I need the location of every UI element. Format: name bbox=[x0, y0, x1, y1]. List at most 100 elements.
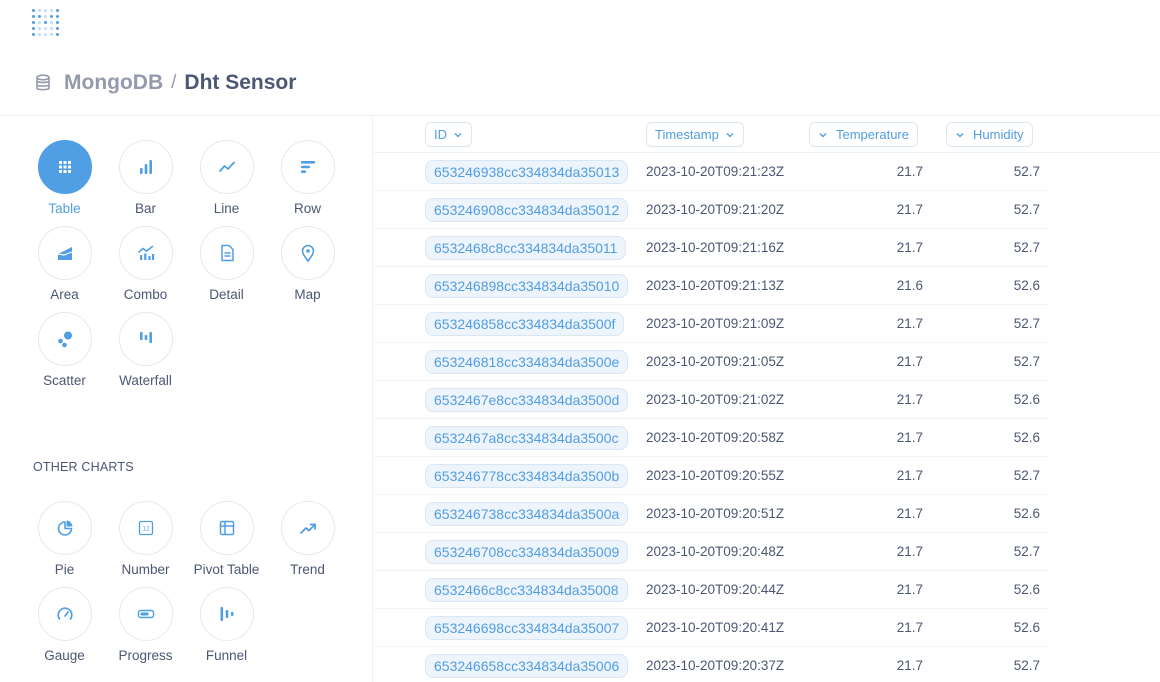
object-id-link[interactable]: 653246698cc334834da35007 bbox=[425, 616, 629, 640]
timestamp-cell: 2023-10-20T09:20:51Z bbox=[646, 506, 785, 521]
metabase-logo[interactable] bbox=[32, 6, 60, 38]
object-id-link[interactable]: 6532467e8cc334834da3500d bbox=[425, 388, 629, 412]
object-id-link[interactable]: 6532467a8cc334834da3500c bbox=[425, 426, 628, 450]
viz-option-circle[interactable] bbox=[199, 587, 254, 641]
timestamp-cell: 2023-10-20T09:21:02Z bbox=[646, 392, 785, 407]
humidity-cell: 52.7 bbox=[1013, 202, 1040, 217]
viz-option-table[interactable]: Table bbox=[24, 140, 105, 217]
column-header-id[interactable]: ID bbox=[425, 122, 472, 147]
viz-option-circle[interactable] bbox=[37, 226, 92, 280]
viz-option-circle[interactable] bbox=[37, 140, 92, 194]
humidity-cell: 52.7 bbox=[1013, 164, 1040, 179]
viz-option-pie[interactable]: Pie bbox=[24, 501, 105, 578]
viz-option-trend[interactable]: Trend bbox=[267, 501, 348, 578]
viz-option-circle[interactable] bbox=[199, 226, 254, 280]
timestamp-cell: 2023-10-20T09:20:44Z bbox=[646, 582, 785, 597]
viz-option-area[interactable]: Area bbox=[24, 226, 105, 303]
results-table: ID Timestamp Temperature Humidity 653246… bbox=[374, 116, 1160, 682]
column-header-humidity[interactable]: Humidity bbox=[946, 122, 1033, 147]
waterfall-icon bbox=[139, 332, 152, 343]
object-id-link[interactable]: 6532468c8cc334834da35011 bbox=[425, 236, 627, 260]
timestamp-cell: 2023-10-20T09:21:05Z bbox=[646, 354, 785, 369]
humidity-cell: 52.7 bbox=[1013, 468, 1040, 483]
humidity-cell: 52.6 bbox=[1013, 392, 1040, 407]
table-row: 653246858cc334834da3500f 2023-10-20T09:2… bbox=[374, 305, 1048, 343]
viz-option-funnel[interactable]: Funnel bbox=[186, 587, 267, 664]
object-id-link[interactable]: 653246908cc334834da35012 bbox=[425, 198, 629, 222]
humidity-cell: 52.7 bbox=[1013, 658, 1040, 673]
funnel-icon bbox=[220, 607, 233, 621]
viz-option-label: Detail bbox=[209, 287, 244, 302]
timestamp-cell: 2023-10-20T09:20:55Z bbox=[646, 468, 785, 483]
column-header-timestamp[interactable]: Timestamp bbox=[646, 122, 744, 147]
table-row: 653246898cc334834da35010 2023-10-20T09:2… bbox=[374, 267, 1048, 305]
object-id-link[interactable]: 653246858cc334834da3500f bbox=[425, 312, 625, 336]
temperature-cell: 21.7 bbox=[896, 620, 923, 635]
object-id-link[interactable]: 653246818cc334834da3500e bbox=[425, 350, 629, 374]
viz-option-label: Row bbox=[293, 201, 321, 216]
line-chart-icon bbox=[218, 161, 235, 172]
viz-option-circle[interactable] bbox=[118, 587, 173, 641]
breadcrumb-database[interactable]: MongoDB bbox=[64, 71, 163, 95]
bar-chart-icon bbox=[139, 160, 152, 174]
viz-option-circle[interactable]: 12 bbox=[118, 501, 173, 555]
object-id-link[interactable]: 653246898cc334834da35010 bbox=[425, 274, 629, 298]
humidity-cell: 52.7 bbox=[1013, 240, 1040, 255]
table-header: ID Timestamp Temperature Humidity bbox=[374, 116, 1160, 153]
temperature-cell: 21.7 bbox=[896, 392, 923, 407]
viz-option-circle[interactable] bbox=[37, 312, 92, 366]
viz-option-detail[interactable]: Detail bbox=[186, 226, 267, 303]
column-header-temperature[interactable]: Temperature bbox=[809, 122, 918, 147]
viz-option-circle[interactable] bbox=[280, 226, 335, 280]
viz-option-label: Progress bbox=[118, 648, 173, 663]
humidity-cell: 52.6 bbox=[1013, 506, 1040, 521]
row-chart-icon bbox=[300, 161, 315, 173]
scatter-icon bbox=[57, 331, 72, 348]
viz-option-number[interactable]: 12 Number bbox=[105, 501, 186, 578]
progress-icon bbox=[137, 609, 154, 619]
timestamp-cell: 2023-10-20T09:20:48Z bbox=[646, 544, 785, 559]
temperature-cell: 21.7 bbox=[896, 468, 923, 483]
viz-option-circle[interactable] bbox=[280, 501, 335, 555]
object-id-link[interactable]: 653246778cc334834da3500b bbox=[425, 464, 629, 488]
object-id-link[interactable]: 653246938cc334834da35013 bbox=[425, 160, 629, 184]
table-row: 653246658cc334834da35006 2023-10-20T09:2… bbox=[374, 647, 1048, 682]
viz-option-circle[interactable] bbox=[199, 140, 254, 194]
object-id-link[interactable]: 653246708cc334834da35009 bbox=[425, 540, 629, 564]
viz-option-pivot-table[interactable]: Pivot Table bbox=[186, 501, 267, 578]
viz-option-row[interactable]: Row bbox=[267, 140, 348, 217]
viz-option-waterfall[interactable]: Waterfall bbox=[105, 312, 186, 389]
table-row: 653246698cc334834da35007 2023-10-20T09:2… bbox=[374, 609, 1048, 647]
temperature-cell: 21.7 bbox=[896, 430, 923, 445]
area-chart-icon bbox=[57, 247, 72, 260]
object-id-link[interactable]: 6532466c8cc334834da35008 bbox=[425, 578, 628, 602]
viz-option-combo[interactable]: Combo bbox=[105, 226, 186, 303]
table-icon bbox=[58, 161, 71, 173]
viz-option-line[interactable]: Line bbox=[186, 140, 267, 217]
viz-option-gauge[interactable]: Gauge bbox=[24, 587, 105, 664]
object-id-link[interactable]: 653246658cc334834da35006 bbox=[425, 654, 629, 678]
table-row: 653246708cc334834da35009 2023-10-20T09:2… bbox=[374, 533, 1048, 571]
chevron-down-icon bbox=[726, 132, 734, 137]
viz-option-scatter[interactable]: Scatter bbox=[24, 312, 105, 389]
pivot-table-icon bbox=[219, 520, 234, 536]
viz-option-progress[interactable]: Progress bbox=[105, 587, 186, 664]
viz-option-circle[interactable] bbox=[37, 587, 92, 641]
viz-option-circle[interactable] bbox=[280, 140, 335, 194]
viz-option-circle[interactable] bbox=[118, 140, 173, 194]
viz-option-circle[interactable] bbox=[37, 501, 92, 555]
viz-option-circle[interactable] bbox=[118, 226, 173, 280]
viz-option-circle[interactable] bbox=[118, 312, 173, 366]
chevron-down-icon bbox=[819, 132, 827, 137]
viz-option-bar[interactable]: Bar bbox=[105, 140, 186, 217]
viz-option-label: Area bbox=[50, 287, 79, 302]
detail-icon bbox=[220, 244, 234, 262]
object-id-link[interactable]: 653246738cc334834da3500a bbox=[425, 502, 629, 526]
chevron-down-icon bbox=[454, 132, 462, 137]
viz-option-circle[interactable] bbox=[199, 501, 254, 555]
viz-option-label: Pivot Table bbox=[193, 562, 260, 577]
timestamp-cell: 2023-10-20T09:21:20Z bbox=[646, 202, 785, 217]
table-row: 653246778cc334834da3500b 2023-10-20T09:2… bbox=[374, 457, 1048, 495]
viz-option-map[interactable]: Map bbox=[267, 226, 348, 303]
other-charts-title: OTHER CHARTS bbox=[33, 460, 134, 474]
